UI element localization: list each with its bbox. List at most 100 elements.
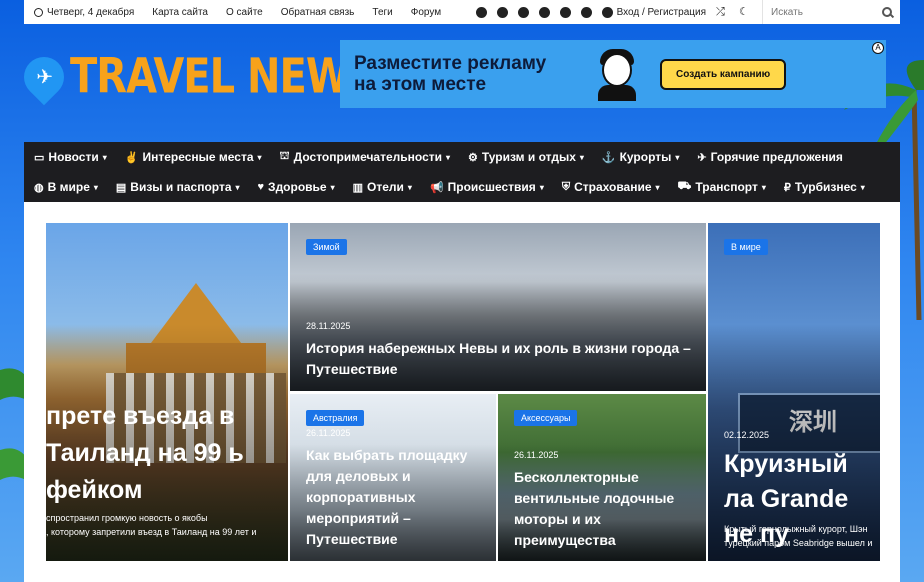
main-navigation: ▭ Новости ▾ ✌ Интересные места ▾ ⛫ Достоприме… — [24, 142, 900, 202]
featured-slider: прете въезда в Таиланд на 99 ь фейком сп… — [24, 202, 900, 582]
featured-card-thailand[interactable]: прете въезда в Таиланд на 99 ь фейком сп… — [46, 223, 288, 561]
chevron-down-icon: ▾ — [93, 182, 98, 192]
shuffle-icon[interactable]: ⤮ — [716, 6, 727, 18]
featured-card-venue[interactable]: Австралия 26.11.2025 Как выбрать площадк… — [290, 394, 496, 561]
bicycle-icon: ⚙ — [468, 151, 478, 164]
link-tags[interactable]: Теги — [372, 7, 392, 18]
social-links — [475, 6, 592, 18]
nav-label: Отели — [367, 180, 404, 194]
card-title[interactable]: прете въезда в Таиланд на 99 ь фейком — [46, 398, 286, 509]
nav-label: Курорты — [619, 150, 672, 164]
nav-label: Визы и паспорта — [130, 180, 232, 194]
ad-text: Разместите рекламу на этом месте — [340, 53, 590, 95]
passport-icon: ▤ — [115, 181, 127, 194]
card-title[interactable]: История набережных Невы и их роль в жизн… — [306, 338, 706, 380]
nav-label: В мире — [47, 180, 90, 194]
ad-character-illustration — [596, 47, 638, 101]
nav-label: Здоровье — [268, 180, 327, 194]
featured-card-cruise[interactable]: 深圳 В мире 02.12.2025 Круизный ла Grande … — [708, 223, 880, 561]
category-badge[interactable]: Австралия — [306, 410, 365, 426]
category-badge[interactable]: Аксессуары — [514, 410, 578, 426]
card-date: 02.12.2025 — [724, 430, 770, 440]
chevron-down-icon: ▾ — [102, 152, 107, 162]
date-display: Четверг, 4 декабря — [34, 7, 134, 18]
heart-icon: ♥ — [257, 181, 265, 193]
login-label: Вход / Регистрация — [616, 6, 706, 18]
nav-label: Достопримечательности — [293, 150, 442, 164]
chevron-down-icon: ▾ — [579, 152, 584, 162]
chevron-down-icon: ▾ — [407, 182, 412, 192]
nav-item-visas[interactable]: ▤ Визы и паспорта ▾ — [116, 180, 240, 194]
ad-banner[interactable]: Разместите рекламу на этом месте Создать… — [340, 40, 886, 108]
nav-item-tourbusiness[interactable]: ₽ Турбизнес ▾ — [784, 180, 865, 194]
chevron-down-icon: ▾ — [257, 152, 262, 162]
globe-icon: ◍ — [34, 181, 44, 194]
featured-card-neva[interactable]: Зимой 28.11.2025 История набережных Невы… — [290, 223, 706, 391]
peace-icon: ✌ — [124, 151, 139, 164]
card-title[interactable]: Бесколлекторные вентильные лодочные мото… — [514, 467, 700, 551]
card-date: 28.11.2025 — [306, 321, 351, 331]
vk-icon[interactable] — [496, 6, 508, 18]
chevron-down-icon: ▾ — [655, 182, 660, 192]
nav-label: Страхование — [574, 180, 652, 194]
card-excerpt: Крытый горнолыжный курорт, Шэн турецкий … — [724, 524, 873, 548]
featured-card-motors[interactable]: Аксессуары 26.11.2025 Бесколлекторные ве… — [498, 394, 706, 561]
building-icon: ▥ — [352, 181, 364, 194]
nav-row-1: ▭ Новости ▾ ✌ Интересные места ▾ ⛫ Достоприме… — [24, 142, 900, 172]
megaphone-icon: 📢 — [429, 181, 444, 194]
nav-item-tourism[interactable]: ⚙ Туризм и отдых ▾ — [468, 150, 584, 164]
nav-item-incidents[interactable]: 📢 Происшествия ▾ — [430, 180, 544, 194]
search-input[interactable] — [771, 6, 871, 18]
card-date: 26.11.2025 — [514, 450, 559, 460]
card-title[interactable]: Как выбрать площадку для деловых и корпо… — [306, 445, 492, 550]
card-date: 26.11.2025 — [306, 428, 351, 438]
nav-label: Интересные места — [142, 150, 254, 164]
clock-icon — [34, 7, 43, 17]
nav-label: Горячие предложения — [710, 150, 843, 164]
shield-icon: ⛨ — [561, 180, 571, 193]
search-box — [762, 0, 900, 24]
ad-info-icon[interactable]: A — [872, 42, 884, 54]
nav-item-hot-deals[interactable]: ✈ Горячие предложения — [697, 150, 842, 164]
link-feedback[interactable]: Обратная связь — [281, 7, 355, 18]
nav-item-health[interactable]: ♥ Здоровье ▾ — [258, 180, 335, 194]
nav-item-insurance[interactable]: ⛨ Страхование ▾ — [562, 180, 660, 194]
steam-alt-icon[interactable] — [559, 6, 571, 18]
nav-item-world[interactable]: ◍ В мире ▾ — [34, 180, 98, 194]
newspaper-icon: ▭ — [34, 151, 45, 164]
odnoklassniki-icon[interactable] — [517, 6, 529, 18]
nav-item-hotels[interactable]: ▥ Отели ▾ — [353, 180, 412, 194]
site-logo[interactable]: ✈ TRAVEL NEWS — [15, 48, 378, 106]
nav-label: Новости — [48, 150, 99, 164]
nav-label: Происшествия — [447, 180, 536, 194]
date-text: Четверг, 4 декабря — [47, 6, 135, 18]
tiktok-icon[interactable] — [580, 6, 592, 18]
card-excerpt: спространил громкую новость о якобы , ко… — [46, 513, 257, 537]
nav-item-interesting-places[interactable]: ✌ Интересные места ▾ — [125, 150, 262, 164]
steam-icon[interactable] — [475, 6, 487, 18]
search-icon[interactable] — [882, 7, 892, 17]
chevron-down-icon: ▾ — [235, 182, 240, 192]
create-campaign-button[interactable]: Создать кампанию — [660, 58, 787, 90]
nav-label: Турбизнес — [794, 180, 857, 194]
chevron-down-icon: ▾ — [761, 182, 766, 192]
category-badge[interactable]: Зимой — [306, 239, 347, 255]
link-forum[interactable]: Форум — [411, 7, 441, 18]
link-about[interactable]: О сайте — [226, 7, 263, 18]
moon-icon[interactable]: ☾ — [739, 6, 750, 18]
nav-item-sights[interactable]: ⛫ Достопримечательности ▾ — [280, 150, 450, 164]
plane-icon: ✈ — [697, 151, 707, 164]
nav-item-news[interactable]: ▭ Новости ▾ — [34, 150, 107, 164]
nav-label: Транспорт — [695, 180, 758, 194]
login-link[interactable]: Вход / Регистрация — [601, 6, 706, 18]
chevron-down-icon: ▾ — [675, 152, 680, 162]
nav-item-resorts[interactable]: ⚓ Курорты ▾ — [602, 150, 680, 164]
anchor-icon: ⚓ — [601, 151, 616, 164]
chevron-down-icon: ▾ — [446, 152, 451, 162]
user-icon — [601, 6, 613, 18]
category-badge[interactable]: В мире — [724, 239, 768, 255]
telegram-icon[interactable] — [538, 6, 550, 18]
link-sitemap[interactable]: Карта сайта — [152, 7, 208, 18]
nav-item-transport[interactable]: ⛟ Транспорт ▾ — [678, 180, 766, 194]
ad-text-line2: на этом месте — [354, 74, 487, 95]
